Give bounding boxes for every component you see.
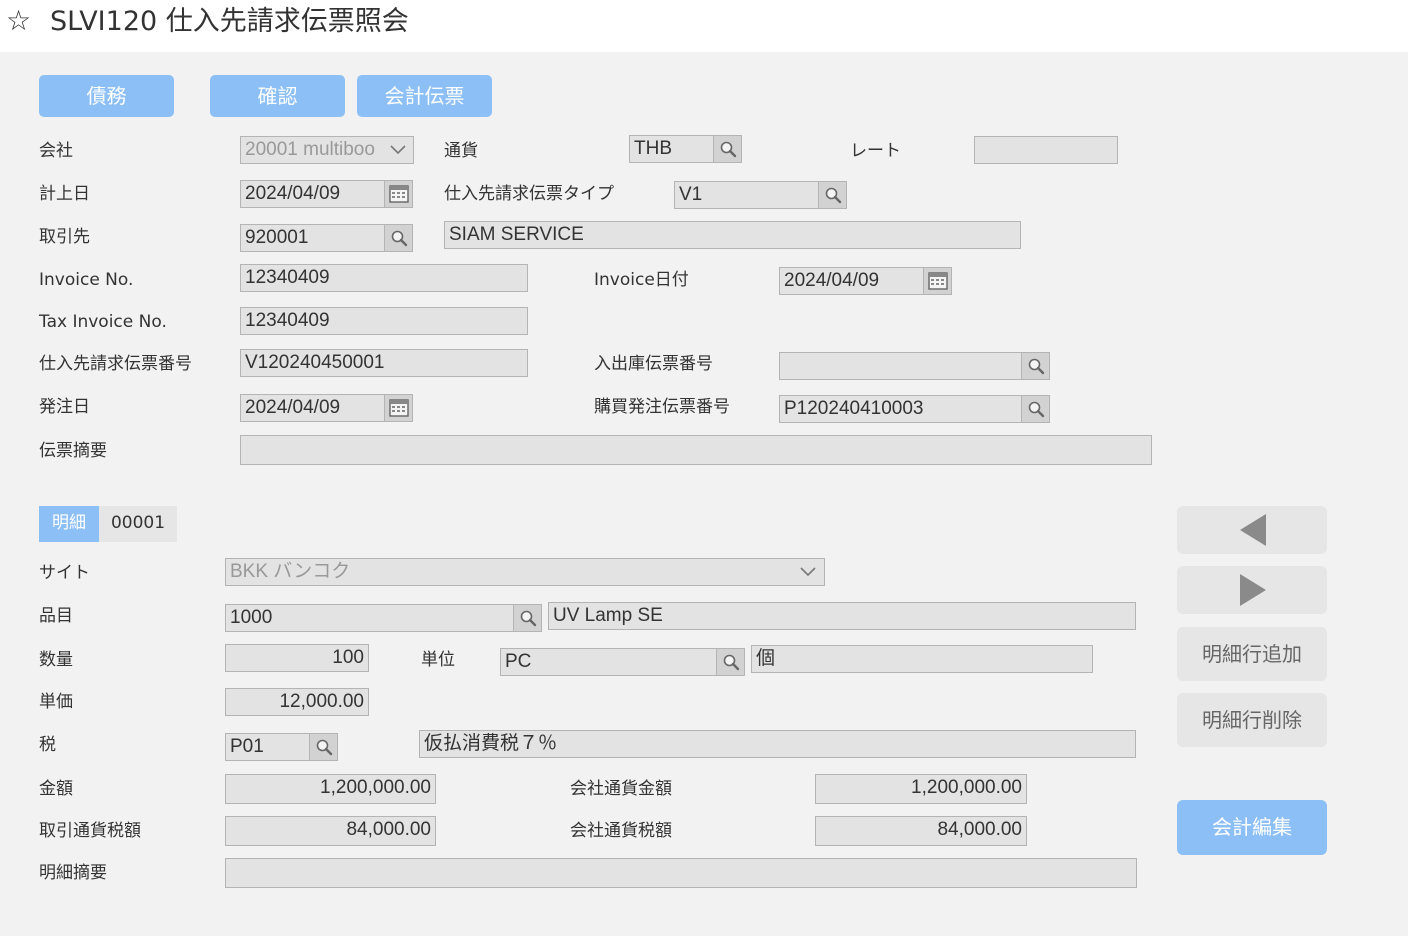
- tax-search-icon[interactable]: [309, 733, 338, 761]
- calendar-icon[interactable]: [384, 180, 413, 208]
- posting-date-label: 計上日: [39, 184, 90, 204]
- company-amount-field: 1,200,000.00: [815, 774, 1027, 804]
- company-label: 会社: [39, 141, 73, 161]
- invoice-type-label: 仕入先請求伝票タイプ: [444, 184, 614, 204]
- amount-field: 1,200,000.00: [225, 774, 436, 804]
- partner-name-field: SIAM SERVICE: [444, 221, 1021, 249]
- rate-field[interactable]: [974, 136, 1118, 164]
- order-date-field[interactable]: 2024/04/09: [240, 394, 386, 422]
- qty-field[interactable]: 100: [225, 644, 369, 672]
- page-title: SLVI120 仕入先請求伝票照会: [50, 6, 409, 37]
- chevron-down-icon[interactable]: [389, 144, 407, 156]
- star-icon[interactable]: ☆: [6, 7, 31, 35]
- company-tax-field: 84,000.00: [815, 816, 1027, 846]
- company-amount-label: 会社通貨金額: [570, 779, 672, 799]
- stock-slip-no-field[interactable]: [779, 352, 1023, 380]
- amount-label: 金額: [39, 779, 73, 799]
- order-date-calendar-icon[interactable]: [384, 394, 413, 422]
- price-field[interactable]: 12,000.00: [225, 688, 369, 716]
- triangle-left-icon: [1240, 514, 1266, 546]
- unit-code-field[interactable]: PC: [500, 648, 718, 676]
- transaction-tax-label: 取引通貨税額: [39, 821, 141, 841]
- price-label: 単価: [39, 692, 73, 712]
- unit-search-icon[interactable]: [716, 648, 745, 676]
- item-search-icon[interactable]: [513, 604, 542, 632]
- partner-code-field[interactable]: 920001: [240, 224, 386, 252]
- partner-label: 取引先: [39, 227, 90, 247]
- po-search-icon[interactable]: [1021, 395, 1050, 423]
- item-label: 品目: [39, 606, 73, 626]
- partner-search-icon[interactable]: [384, 224, 413, 252]
- invoice-date-calendar-icon[interactable]: [923, 267, 952, 295]
- site-select[interactable]: BKK バンコク: [225, 558, 825, 586]
- invoice-no-field[interactable]: 12340409: [240, 264, 528, 292]
- invoice-type-field[interactable]: V1: [674, 181, 820, 209]
- po-no-field[interactable]: P120240410003: [779, 395, 1023, 423]
- unit-name-field: 個: [751, 645, 1093, 673]
- site-chevron-down-icon[interactable]: [799, 566, 817, 578]
- stock-slip-search-icon[interactable]: [1021, 352, 1050, 380]
- tax-label: 税: [39, 735, 56, 755]
- next-line-button[interactable]: [1177, 566, 1327, 614]
- posting-date-field[interactable]: 2024/04/09: [240, 180, 386, 208]
- add-line-button[interactable]: 明細行追加: [1177, 627, 1327, 681]
- vendor-invoice-no-field: V120240450001: [240, 349, 528, 377]
- memo-label: 伝票摘要: [39, 441, 107, 461]
- detail-line-number: 00001: [99, 506, 177, 542]
- company-select-value: 20001 multiboo: [245, 139, 375, 160]
- invoice-type-search-icon[interactable]: [818, 181, 847, 209]
- accounting-voucher-button[interactable]: 会計伝票: [357, 75, 492, 117]
- tax-code-field[interactable]: P01: [225, 733, 311, 761]
- unit-label: 単位: [421, 650, 455, 670]
- line-memo-label: 明細摘要: [39, 863, 107, 883]
- debt-button[interactable]: 債務: [39, 75, 174, 117]
- tax-invoice-no-label: Tax Invoice No.: [39, 312, 167, 332]
- item-name-field: UV Lamp SE: [548, 602, 1136, 630]
- order-date-label: 発注日: [39, 397, 90, 417]
- qty-label: 数量: [39, 650, 73, 670]
- item-code-field[interactable]: 1000: [225, 604, 515, 632]
- currency-search-icon[interactable]: [713, 135, 742, 163]
- company-select[interactable]: 20001 multiboo: [240, 136, 414, 164]
- invoice-no-label: Invoice No.: [39, 270, 134, 290]
- confirm-button[interactable]: 確認: [210, 75, 345, 117]
- title-bar: ☆ SLVI120 仕入先請求伝票照会: [0, 0, 1408, 52]
- site-label: サイト: [39, 563, 90, 583]
- delete-line-button[interactable]: 明細行削除: [1177, 693, 1327, 747]
- currency-label: 通貨: [444, 141, 478, 161]
- line-memo-field[interactable]: [225, 858, 1137, 888]
- site-select-value: BKK バンコク: [230, 561, 351, 582]
- company-tax-label: 会社通貨税額: [570, 821, 672, 841]
- stock-slip-no-label: 入出庫伝票番号: [594, 354, 713, 374]
- memo-field[interactable]: [240, 435, 1152, 465]
- po-no-label: 購買発注伝票番号: [594, 397, 730, 417]
- vendor-invoice-no-label: 仕入先請求伝票番号: [39, 354, 192, 374]
- invoice-date-label: Invoice日付: [594, 270, 689, 290]
- invoice-date-field[interactable]: 2024/04/09: [779, 267, 925, 295]
- rate-label: レート: [850, 141, 901, 161]
- prev-line-button[interactable]: [1177, 506, 1327, 554]
- tax-name-field: 仮払消費税７％: [419, 730, 1136, 758]
- transaction-tax-field: 84,000.00: [225, 816, 436, 846]
- currency-field[interactable]: THB: [629, 135, 715, 163]
- tab-detail[interactable]: 明細: [39, 506, 99, 542]
- triangle-right-icon: [1240, 574, 1266, 606]
- accounting-edit-button[interactable]: 会計編集: [1177, 800, 1327, 855]
- tax-invoice-no-field[interactable]: 12340409: [240, 307, 528, 335]
